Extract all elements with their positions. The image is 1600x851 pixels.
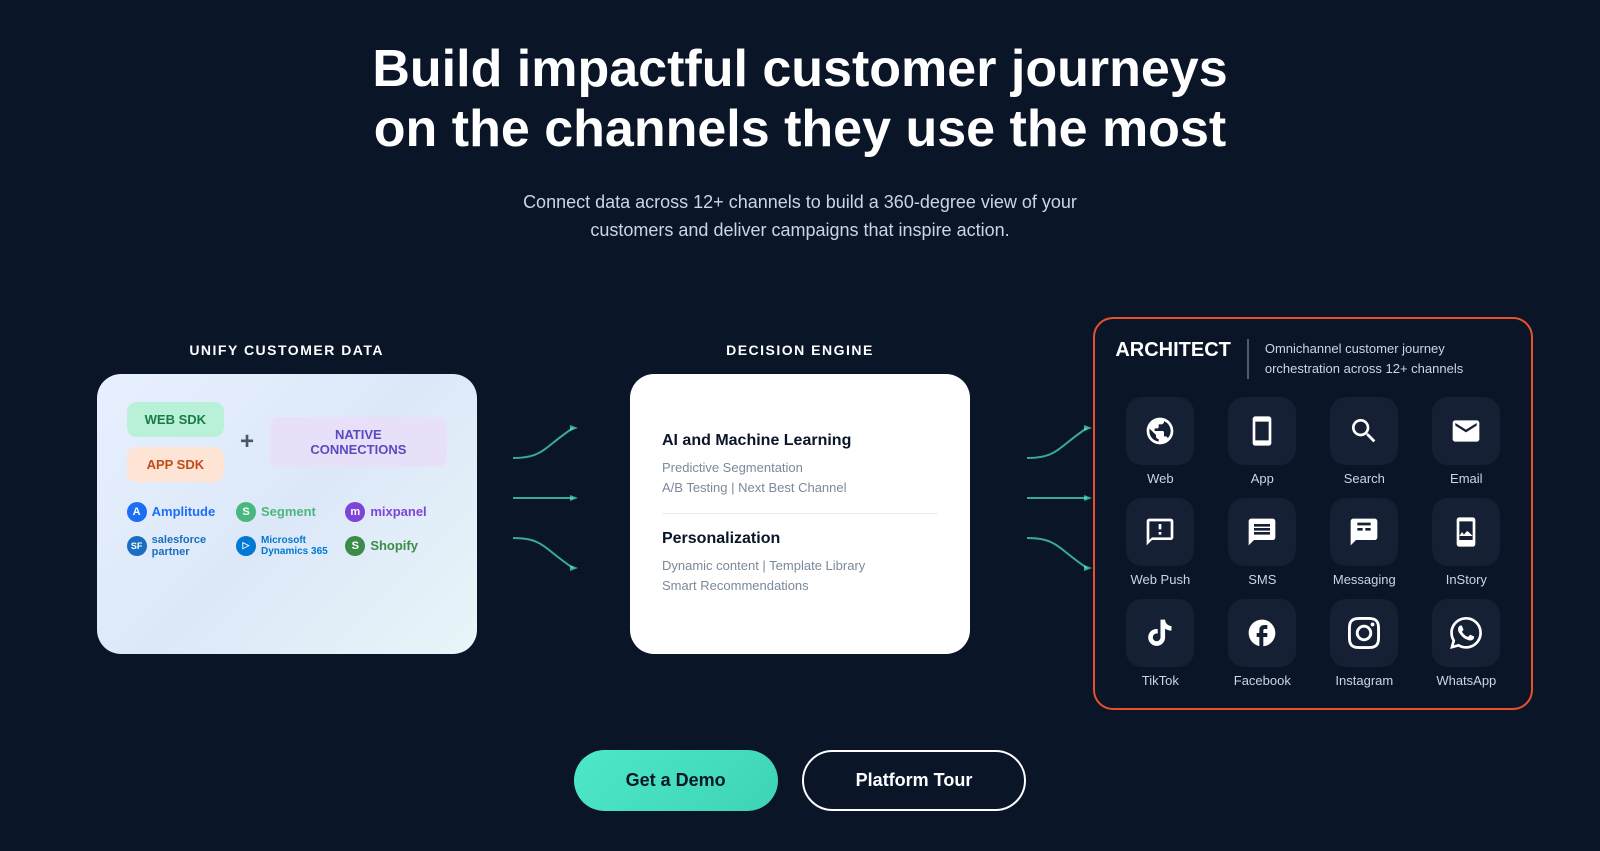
web-icon xyxy=(1144,415,1176,447)
web-label: Web xyxy=(1147,471,1174,486)
whatsapp-icon-box xyxy=(1432,599,1500,667)
page-title: Build impactful customer journeys on the… xyxy=(350,40,1250,160)
whatsapp-icon xyxy=(1450,617,1482,649)
architect-section: ARCHITECT ARCHITECT Omnichannel customer… xyxy=(1087,285,1540,710)
page-subtitle: Connect data across 12+ channels to buil… xyxy=(490,188,1110,246)
salesforce-label: salesforce partner xyxy=(152,534,228,558)
mixpanel-logo: m xyxy=(345,502,365,522)
facebook-icon-box xyxy=(1228,599,1296,667)
personalization-title: Personalization xyxy=(662,530,938,548)
architect-header-divider xyxy=(1247,339,1249,379)
search-label: Search xyxy=(1344,471,1385,486)
app-label: App xyxy=(1251,471,1274,486)
instory-icon xyxy=(1450,516,1482,548)
channel-whatsapp: WhatsApp xyxy=(1421,599,1511,688)
whatsapp-label: WhatsApp xyxy=(1436,673,1496,688)
channel-web: Web xyxy=(1115,397,1205,486)
unify-label: UNIFY CUSTOMER DATA xyxy=(189,342,384,358)
segment-logo: S xyxy=(236,502,256,522)
buttons-row: Get a Demo Platform Tour xyxy=(574,750,1027,811)
personalization-detail: Dynamic content | Template LibrarySmart … xyxy=(662,556,938,595)
channel-instagram: Instagram xyxy=(1319,599,1409,688)
channel-instory: InStory xyxy=(1421,498,1511,587)
native-connections-badge: NATIVECONNECTIONS xyxy=(270,417,447,467)
salesforce-logo: SF xyxy=(127,536,147,556)
tiktok-icon xyxy=(1144,617,1176,649)
unify-section: UNIFY CUSTOMER DATA WEB SDK APP SDK + NA… xyxy=(60,342,513,654)
channel-facebook: Facebook xyxy=(1217,599,1307,688)
app-icon xyxy=(1246,415,1278,447)
messaging-icon-box xyxy=(1330,498,1398,566)
msdynamics-logo: ▷ xyxy=(236,536,256,556)
instory-label: InStory xyxy=(1446,572,1487,587)
platform-tour-button[interactable]: Platform Tour xyxy=(802,750,1027,811)
decision-section: DECISION ENGINE AI and Machine Learning … xyxy=(573,342,1026,654)
segment-label: Segment xyxy=(261,504,316,519)
channels-grid: Web App Search xyxy=(1115,397,1511,688)
tiktok-icon-box xyxy=(1126,599,1194,667)
email-icon-box xyxy=(1432,397,1500,465)
personalization-section: Personalization Dynamic content | Templa… xyxy=(662,513,938,611)
messaging-label: Messaging xyxy=(1333,572,1396,587)
channel-messaging: Messaging xyxy=(1319,498,1409,587)
shopify-logo: S xyxy=(345,536,365,556)
webpush-label: Web Push xyxy=(1130,572,1190,587)
architect-header: ARCHITECT Omnichannel customer journey o… xyxy=(1115,339,1511,379)
instory-icon-box xyxy=(1432,498,1500,566)
connector-1 xyxy=(513,358,573,638)
channel-app: App xyxy=(1217,397,1307,486)
instagram-icon xyxy=(1348,617,1380,649)
instagram-label: Instagram xyxy=(1335,673,1393,688)
webpush-icon-box xyxy=(1126,498,1194,566)
instagram-icon-box xyxy=(1330,599,1398,667)
ai-title: AI and Machine Learning xyxy=(662,432,938,450)
diagram-row: UNIFY CUSTOMER DATA WEB SDK APP SDK + NA… xyxy=(60,285,1540,710)
web-icon-box xyxy=(1126,397,1194,465)
shopify-integration: S Shopify xyxy=(345,536,446,556)
mixpanel-integration: m mixpanel xyxy=(345,502,446,522)
sms-icon xyxy=(1246,516,1278,548)
plus-sign: + xyxy=(240,428,254,456)
tiktok-label: TikTok xyxy=(1142,673,1179,688)
sdk-row: WEB SDK APP SDK + NATIVECONNECTIONS xyxy=(127,402,447,482)
decision-label: DECISION ENGINE xyxy=(726,342,874,358)
amplitude-label: Amplitude xyxy=(152,504,216,519)
msdynamics-label: Microsoft Dynamics 365 xyxy=(261,535,337,557)
web-sdk-badge: WEB SDK xyxy=(127,402,224,437)
app-sdk-badge: APP SDK xyxy=(127,447,224,482)
email-label: Email xyxy=(1450,471,1483,486)
architect-wrapper: ARCHITECT Omnichannel customer journey o… xyxy=(1093,317,1533,710)
sms-icon-box xyxy=(1228,498,1296,566)
facebook-label: Facebook xyxy=(1234,673,1291,688)
amplitude-integration: A Amplitude xyxy=(127,502,228,522)
webpush-icon xyxy=(1144,516,1176,548)
channel-webpush: Web Push xyxy=(1115,498,1205,587)
decision-box: AI and Machine Learning Predictive Segme… xyxy=(630,374,970,654)
integrations-grid: A Amplitude S Segment m mixpanel SF sale… xyxy=(127,502,447,558)
channel-email: Email xyxy=(1421,397,1511,486)
connector-2 xyxy=(1027,358,1087,638)
channel-search: Search xyxy=(1319,397,1409,486)
ai-detail: Predictive SegmentationA/B Testing | Nex… xyxy=(662,458,938,497)
facebook-icon xyxy=(1246,617,1278,649)
channel-sms: SMS xyxy=(1217,498,1307,587)
ai-section: AI and Machine Learning Predictive Segme… xyxy=(662,416,938,513)
sms-label: SMS xyxy=(1248,572,1276,587)
mixpanel-label: mixpanel xyxy=(370,504,426,519)
architect-description: Omnichannel customer journey orchestrati… xyxy=(1265,339,1511,378)
email-icon xyxy=(1450,415,1482,447)
amplitude-logo: A xyxy=(127,502,147,522)
get-demo-button[interactable]: Get a Demo xyxy=(574,750,778,811)
msdynamics-integration: ▷ Microsoft Dynamics 365 xyxy=(236,535,337,557)
salesforce-integration: SF salesforce partner xyxy=(127,534,228,558)
unify-box: WEB SDK APP SDK + NATIVECONNECTIONS A Am… xyxy=(97,374,477,654)
search-icon-box xyxy=(1330,397,1398,465)
segment-integration: S Segment xyxy=(236,502,337,522)
app-icon-box xyxy=(1228,397,1296,465)
messaging-icon xyxy=(1348,516,1380,548)
shopify-label: Shopify xyxy=(370,538,418,553)
channel-tiktok: TikTok xyxy=(1115,599,1205,688)
architect-title: ARCHITECT xyxy=(1115,339,1231,362)
search-icon xyxy=(1348,415,1380,447)
